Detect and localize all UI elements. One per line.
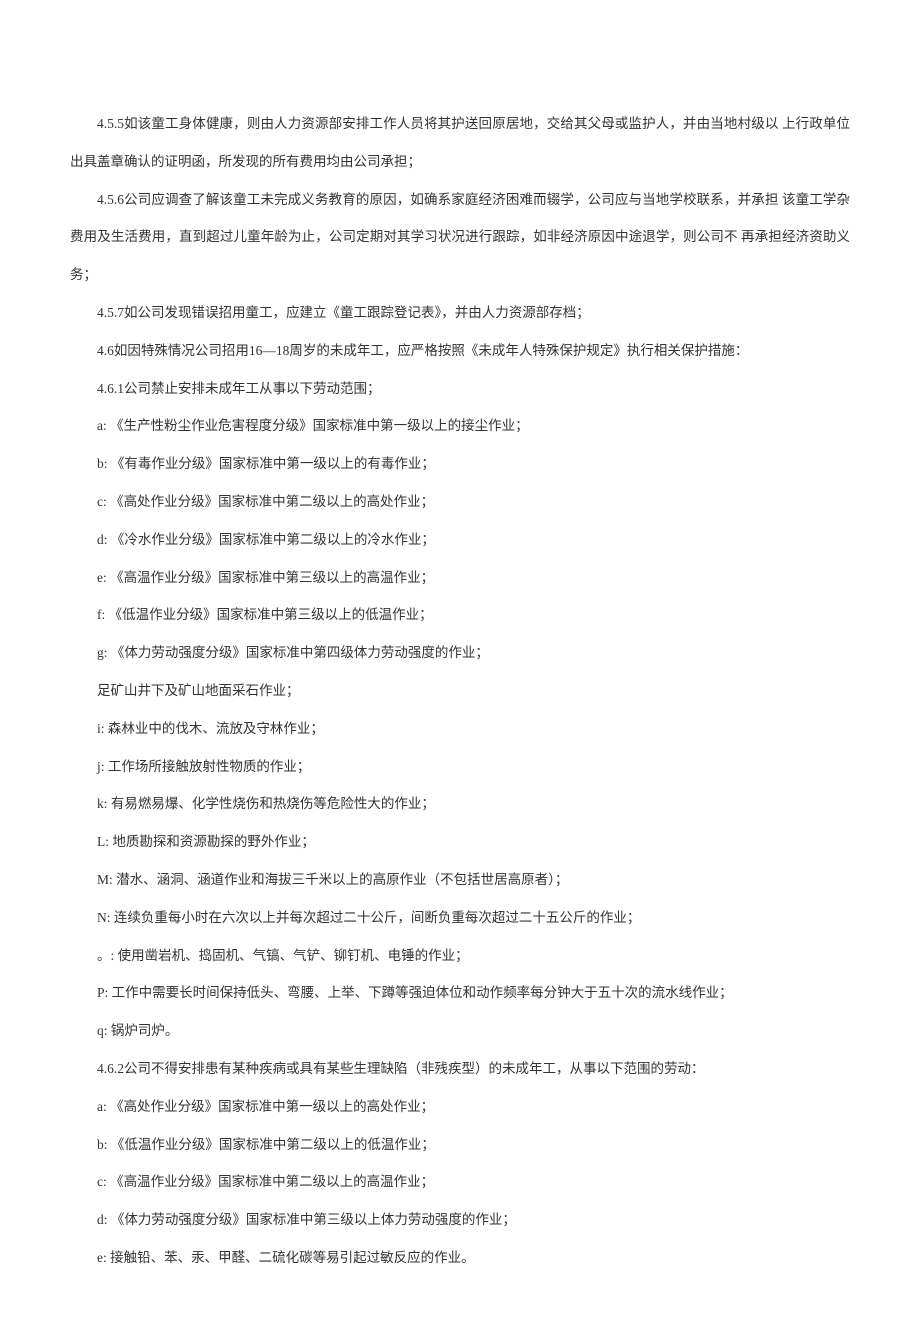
paragraph: a: 《生产性粉尘作业危害程度分级》国家标准中第一级以上的接尘作业；: [70, 407, 850, 445]
document-page: 4.5.5如该童工身体健康，则由人力资源部安排工作人员将其护送回原居地，交给其父…: [0, 0, 920, 1337]
paragraph: c: 《高处作业分级》国家标准中第二级以上的高处作业；: [70, 483, 850, 521]
paragraph: 4.5.7如公司发现错误招用童工，应建立《童工跟踪登记表》，并由人力资源部存档；: [70, 294, 850, 332]
paragraph: q: 锅炉司炉。: [70, 1012, 850, 1050]
paragraph: e: 《高温作业分级》国家标准中第三级以上的高温作业；: [70, 559, 850, 597]
paragraph: 4.5.6公司应调查了解该童工未完成义务教育的原因，如确系家庭经济困难而辍学，公…: [70, 181, 850, 294]
paragraph: 。: 使用凿岩机、捣固机、气镐、气铲、铆钉机、电锤的作业；: [70, 937, 850, 975]
paragraph: P: 工作中需要长时间保持低头、弯腰、上举、下蹲等强迫体位和动作频率每分钟大于五…: [70, 974, 850, 1012]
paragraph: M: 潜水、涵洞、涵道作业和海拔三千米以上的高原作业（不包括世居高原者）；: [70, 861, 850, 899]
paragraph: k: 有易燃易爆、化学性烧伤和热烧伤等危险性大的作业；: [70, 785, 850, 823]
paragraph: d: 《体力劳动强度分级》国家标准中第三级以上体力劳动强度的作业；: [70, 1201, 850, 1239]
paragraph: 4.5.5如该童工身体健康，则由人力资源部安排工作人员将其护送回原居地，交给其父…: [70, 105, 850, 181]
paragraph: b: 《低温作业分级》国家标准中第二级以上的低温作业；: [70, 1126, 850, 1164]
paragraph: c: 《高温作业分级》国家标准中第二级以上的高温作业；: [70, 1163, 850, 1201]
paragraph: 4.6.1公司禁止安排未成年工从事以下劳动范围；: [70, 370, 850, 408]
paragraph: N: 连续负重每小时在六次以上并每次超过二十公斤，间断负重每次超过二十五公斤的作…: [70, 899, 850, 937]
paragraph: d: 《冷水作业分级》国家标准中第二级以上的冷水作业；: [70, 521, 850, 559]
paragraph: b: 《有毒作业分级》国家标准中第一级以上的有毒作业；: [70, 445, 850, 483]
paragraph: 4.6如因特殊情况公司招用16—18周岁的未成年工，应严格按照《未成年人特殊保护…: [70, 332, 850, 370]
paragraph: j: 工作场所接触放射性物质的作业；: [70, 748, 850, 786]
paragraph: i: 森林业中的伐木、流放及守林作业；: [70, 710, 850, 748]
paragraph: 足矿山井下及矿山地面采石作业；: [70, 672, 850, 710]
paragraph: 4.6.2公司不得安排患有某种疾病或具有某些生理缺陷（非残疾型）的未成年工，从事…: [70, 1050, 850, 1088]
paragraph: L: 地质勘探和资源勘探的野外作业；: [70, 823, 850, 861]
paragraph: e: 接触铅、苯、汞、甲醛、二硫化碳等易引起过敏反应的作业。: [70, 1239, 850, 1277]
paragraph: g: 《体力劳动强度分级》国家标准中第四级体力劳动强度的作业；: [70, 634, 850, 672]
paragraph: a: 《高处作业分级》国家标准中第一级以上的高处作业；: [70, 1088, 850, 1126]
paragraph: f: 《低温作业分级》国家标准中第三级以上的低温作业；: [70, 596, 850, 634]
